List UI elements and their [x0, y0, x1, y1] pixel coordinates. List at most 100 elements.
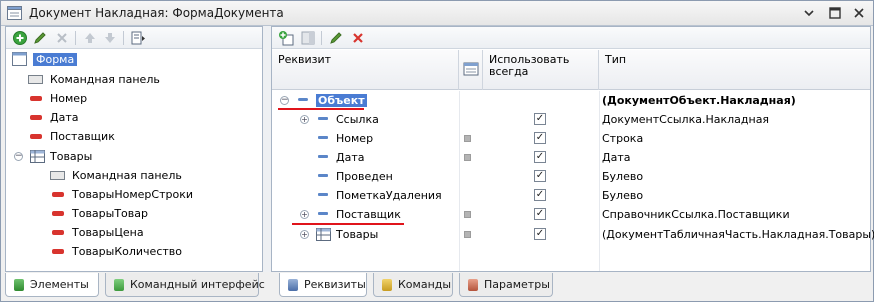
- tab-label: Командный интерфейс: [130, 278, 265, 291]
- table-row[interactable]: ПометкаУдаления ✓ Булево: [272, 186, 870, 205]
- tab-requisites[interactable]: Реквизиты: [279, 273, 367, 297]
- title-bar: Документ Накладная: ФормаДокумента: [1, 1, 873, 26]
- window-menu-icon[interactable]: [801, 5, 817, 21]
- expand-icon[interactable]: +: [300, 230, 309, 239]
- table-row[interactable]: Номер ✓ Строка: [272, 129, 870, 148]
- cell-requisite: ПометкаУдаления: [336, 189, 442, 202]
- tree-item-supplier[interactable]: Поставщик: [6, 127, 262, 146]
- tree-item-goods[interactable]: − Товары: [6, 147, 262, 166]
- requisites-grid: − Объект (ДокументОбъект.Накладная) + Сс…: [272, 91, 874, 271]
- cell-type: Строка: [602, 132, 644, 145]
- close-icon[interactable]: [851, 5, 867, 21]
- table-icon: [316, 228, 331, 241]
- toolbar-separator: [123, 31, 124, 45]
- cell-requisite: Товары: [336, 228, 379, 241]
- use-always-checkbox[interactable]: ✓: [534, 113, 546, 125]
- elements-tree: Форма Командная панель Номер Дата Постав…: [6, 50, 262, 271]
- grid-marker: [464, 135, 471, 142]
- edit-pencil-icon[interactable]: [32, 30, 48, 46]
- attribute-icon: [318, 193, 328, 196]
- use-always-checkbox[interactable]: ✓: [534, 208, 546, 220]
- column-header-label: Реквизит: [278, 53, 332, 66]
- tree-item-command-panel[interactable]: Командная панель: [6, 70, 262, 89]
- tree-item-goods-command-panel[interactable]: Командная панель: [6, 166, 262, 185]
- column-header-type[interactable]: Тип: [599, 50, 870, 90]
- use-always-checkbox[interactable]: ✓: [534, 151, 546, 163]
- use-always-checkbox[interactable]: ✓: [534, 189, 546, 201]
- attribute-icon: [30, 96, 42, 101]
- grid-marker: [464, 231, 471, 238]
- tree-item-label: Форма: [33, 53, 78, 66]
- grid-header: Реквизит Использовать всегда Тип: [272, 50, 870, 90]
- tab-commands[interactable]: Команды: [373, 273, 453, 297]
- tree-item-goods-product[interactable]: ТоварыТовар: [6, 204, 262, 223]
- tree-item-label: Товары: [50, 150, 93, 163]
- cell-type: Булево: [602, 189, 644, 202]
- delete-icon[interactable]: [350, 30, 366, 46]
- table-row[interactable]: + Поставщик ✓ СправочникСсылка.Поставщик…: [272, 205, 870, 224]
- move-up-icon[interactable]: [82, 30, 98, 46]
- column-header-requisite[interactable]: Реквизит: [272, 50, 459, 90]
- tree-item-label: ТоварыНомерСтроки: [72, 188, 193, 201]
- table-row[interactable]: + Ссылка ✓ ДокументСсылка.Накладная: [272, 110, 870, 129]
- tab-label: Реквизиты: [304, 278, 366, 291]
- tab-label: Элементы: [30, 278, 89, 291]
- tab-elements[interactable]: Элементы: [5, 273, 99, 297]
- tree-item-label: ТоварыТовар: [72, 207, 148, 220]
- add-requisite-icon[interactable]: [278, 30, 294, 46]
- attribute-icon: [318, 174, 328, 177]
- right-tabs: Реквизиты Команды Параметры: [271, 273, 871, 299]
- command-interface-icon: [114, 279, 124, 291]
- collapse-icon[interactable]: −: [14, 152, 23, 161]
- window-title: Документ Накладная: ФормаДокумента: [29, 6, 284, 20]
- table-row[interactable]: Дата ✓ Дата: [272, 148, 870, 167]
- tree-item-date[interactable]: Дата: [6, 108, 262, 127]
- table-row[interactable]: + Товары ✓ (ДокументТабличнаяЧасть.Накла…: [272, 225, 874, 244]
- form-icon: [7, 6, 22, 20]
- command-panel-icon: [50, 171, 65, 180]
- use-always-checkbox[interactable]: ✓: [534, 132, 546, 144]
- cell-type: (ДокументТабличнаяЧасть.Накладная.Товары…: [602, 228, 874, 241]
- more-actions-icon[interactable]: [130, 30, 146, 46]
- column-header-label: Использовать всегда: [489, 53, 570, 78]
- table-settings-icon: [463, 62, 479, 76]
- move-down-icon[interactable]: [102, 30, 118, 46]
- pane-splitter[interactable]: [263, 26, 271, 272]
- cell-requisite: Объект: [316, 94, 367, 107]
- elements-icon: [14, 279, 24, 291]
- tree-item-form[interactable]: Форма: [6, 50, 262, 69]
- tree-item-goods-line-number[interactable]: ТоварыНомерСтроки: [6, 185, 262, 204]
- requisites-icon: [288, 279, 298, 291]
- edit-pencil-icon[interactable]: [328, 30, 344, 46]
- requisites-toolbar: [272, 27, 870, 49]
- table-row[interactable]: Проведен ✓ Булево: [272, 167, 870, 186]
- delete-icon[interactable]: [54, 30, 70, 46]
- cell-requisite: Номер: [336, 132, 374, 145]
- attribute-icon: [318, 117, 328, 120]
- cell-type: (ДокументОбъект.Накладная): [602, 94, 796, 107]
- tree-item-label: Номер: [50, 92, 88, 105]
- add-icon[interactable]: [12, 30, 28, 46]
- tree-item-goods-price[interactable]: ТоварыЦена: [6, 223, 262, 242]
- collapse-icon[interactable]: −: [280, 96, 289, 105]
- toolbar-separator: [75, 31, 76, 45]
- tree-item-goods-quantity[interactable]: ТоварыКоличество: [6, 242, 262, 261]
- tab-parameters[interactable]: Параметры: [459, 273, 553, 297]
- parameters-icon: [468, 279, 478, 291]
- attribute-icon: [52, 249, 64, 254]
- column-header-use-always[interactable]: Использовать всегда: [483, 50, 599, 90]
- expand-icon[interactable]: +: [300, 115, 309, 124]
- add-column-icon[interactable]: [300, 30, 316, 46]
- expand-icon[interactable]: +: [300, 210, 309, 219]
- use-always-checkbox[interactable]: ✓: [534, 170, 546, 182]
- use-always-checkbox[interactable]: ✓: [534, 228, 546, 240]
- attribute-icon: [52, 230, 64, 235]
- tab-command-interface[interactable]: Командный интерфейс: [105, 273, 265, 297]
- grid-marker: [464, 211, 471, 218]
- tree-item-number[interactable]: Номер: [6, 89, 262, 108]
- command-panel-icon: [28, 75, 43, 84]
- toolbar-separator: [321, 31, 322, 45]
- attribute-icon: [52, 211, 64, 216]
- column-header-icon[interactable]: [459, 50, 483, 90]
- maximize-icon[interactable]: [827, 5, 843, 21]
